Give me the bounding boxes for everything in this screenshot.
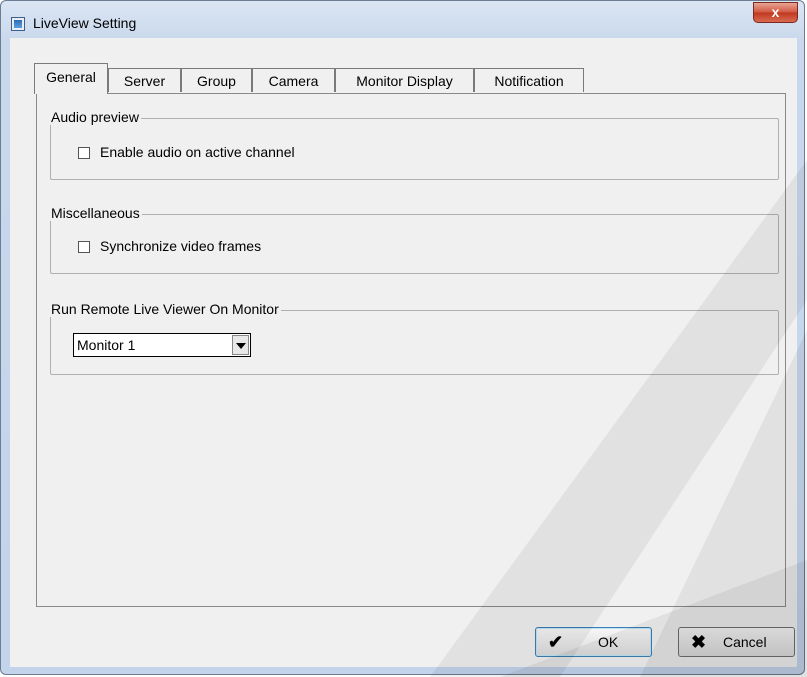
audio-preview-group: Audio preview Enable audio on active cha… bbox=[49, 109, 779, 180]
tab-camera[interactable]: Camera bbox=[252, 68, 335, 92]
tab-general[interactable]: General bbox=[34, 63, 108, 94]
miscellaneous-legend: Miscellaneous bbox=[49, 205, 142, 221]
dialog-client-area: General Server Group Camera Monitor Disp… bbox=[10, 38, 797, 667]
x-icon: ✖ bbox=[691, 632, 707, 652]
app-icon bbox=[11, 17, 25, 31]
run-remote-group: Run Remote Live Viewer On Monitor Monito… bbox=[49, 301, 779, 375]
monitor-select-value: Monitor 1 bbox=[77, 337, 136, 353]
close-button[interactable]: x bbox=[753, 2, 798, 23]
general-tab-panel: Audio preview Enable audio on active cha… bbox=[36, 93, 786, 607]
tab-notification[interactable]: Notification bbox=[474, 68, 584, 92]
miscellaneous-group: Miscellaneous Synchronize video frames bbox=[49, 205, 779, 274]
enable-audio-label[interactable]: Enable audio on active channel bbox=[100, 144, 295, 160]
audio-preview-legend: Audio preview bbox=[49, 109, 141, 125]
window-title: LiveView Setting bbox=[33, 15, 137, 31]
tab-server[interactable]: Server bbox=[108, 68, 181, 92]
tab-group[interactable]: Group bbox=[181, 68, 252, 92]
tab-monitor-display[interactable]: Monitor Display bbox=[335, 68, 474, 92]
checkmark-icon: ✔ bbox=[548, 632, 564, 652]
ok-button-label: OK bbox=[598, 634, 619, 650]
cancel-button[interactable]: ✖ Cancel bbox=[678, 627, 795, 657]
monitor-select[interactable]: Monitor 1 bbox=[73, 333, 251, 357]
enable-audio-checkbox[interactable] bbox=[78, 147, 90, 159]
title-bar[interactable]: LiveView Setting x bbox=[1, 1, 804, 39]
chevron-down-icon[interactable] bbox=[232, 335, 249, 355]
run-remote-legend: Run Remote Live Viewer On Monitor bbox=[49, 301, 281, 317]
sync-frames-checkbox[interactable] bbox=[78, 241, 90, 253]
liveview-setting-dialog: LiveView Setting x General Server Group … bbox=[0, 0, 805, 675]
ok-button[interactable]: ✔ OK bbox=[535, 627, 652, 657]
cancel-button-label: Cancel bbox=[723, 634, 767, 650]
sync-frames-label[interactable]: Synchronize video frames bbox=[100, 238, 261, 254]
